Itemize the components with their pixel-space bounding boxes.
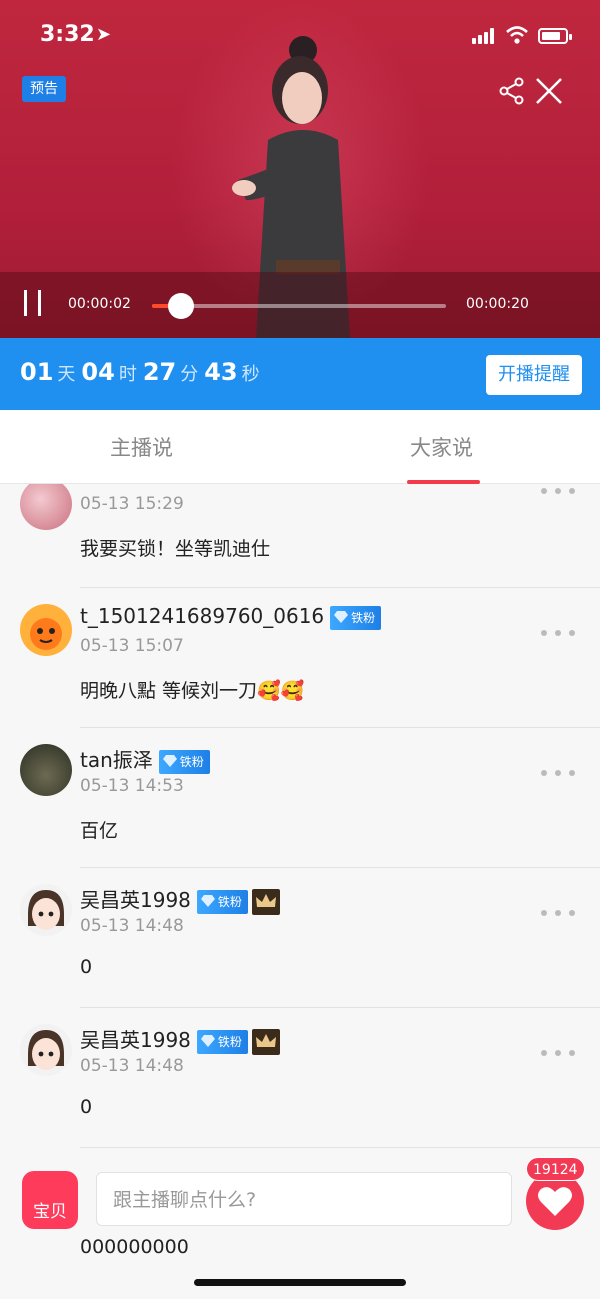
- chat-input[interactable]: 跟主播聊点什么?: [96, 1172, 512, 1226]
- list-item: 吴昌英1998 铁粉 05-13 14:48 0: [0, 1008, 600, 1148]
- countdown-timer: 01 天 04 时 27 分 43 秒: [20, 358, 266, 386]
- current-time: 00:00:02: [68, 296, 131, 312]
- cellular-signal-icon: [472, 28, 494, 44]
- more-icon[interactable]: [541, 1050, 575, 1058]
- wifi-icon: [506, 26, 528, 44]
- share-icon[interactable]: [498, 76, 526, 106]
- more-icon[interactable]: [541, 770, 575, 778]
- home-indicator[interactable]: [194, 1279, 406, 1286]
- comment-text: 百亿: [80, 820, 119, 842]
- comment-text: 0: [80, 956, 93, 978]
- list-item: 吴昌英1998 铁粉 05-13 14:48 0: [0, 868, 600, 1008]
- preview-badge: 预告: [22, 76, 66, 102]
- more-icon[interactable]: [541, 488, 575, 496]
- countdown-days-unit: 天: [57, 364, 76, 385]
- tab-bar: 主播说 大家说: [0, 410, 600, 484]
- avatar[interactable]: [20, 1024, 72, 1076]
- diamond-icon: [334, 610, 349, 623]
- username[interactable]: tan振泽: [80, 748, 153, 772]
- shopping-bag-button[interactable]: 宝贝: [22, 1171, 78, 1229]
- pause-icon[interactable]: [22, 290, 44, 316]
- avatar[interactable]: [20, 884, 72, 936]
- close-icon[interactable]: [534, 76, 564, 106]
- comment-time: 05-13 14:48: [80, 916, 184, 936]
- total-time: 00:00:20: [466, 296, 529, 312]
- status-bar: 3:32 ➤: [0, 0, 600, 70]
- comment-time: 05-13 15:29: [80, 494, 184, 514]
- fan-badge-label: 铁粉: [217, 894, 242, 909]
- fan-badge: 铁粉: [158, 749, 210, 774]
- list-item: 05-13 15:29 我要买锁！坐等凯迪仕: [0, 484, 600, 588]
- comment-time: 05-13 14:48: [80, 1056, 184, 1076]
- list-item: tan振泽 铁粉 05-13 14:53 百亿: [0, 728, 600, 868]
- diamond-icon: [200, 1034, 215, 1047]
- countdown-seconds: 43: [204, 358, 238, 386]
- comment-time: 05-13 15:07: [80, 636, 184, 656]
- like-count-badge: 19124: [526, 1157, 585, 1181]
- status-time: 3:32: [40, 22, 95, 47]
- comment-text: 我要买锁！坐等凯迪仕: [80, 538, 271, 560]
- tab-host-says[interactable]: 主播说: [110, 432, 173, 462]
- countdown-seconds-unit: 秒: [241, 364, 260, 385]
- fan-badge: 铁粉: [196, 1029, 248, 1054]
- crown-icon: [251, 1028, 280, 1055]
- diamond-icon: [200, 894, 215, 907]
- progress-slider[interactable]: [152, 293, 446, 319]
- bottom-bar: 宝贝 跟主播聊点什么?: [0, 1160, 600, 1240]
- more-icon[interactable]: [541, 630, 575, 638]
- countdown-minutes: 27: [142, 358, 177, 386]
- fan-badge-label: 铁粉: [217, 1034, 242, 1049]
- comment-text: 明晚八點 等候刘一刀🥰🥰: [80, 680, 305, 702]
- countdown-hours-unit: 时: [118, 364, 137, 385]
- avatar[interactable]: [20, 484, 72, 530]
- username[interactable]: 吴昌英1998: [80, 1028, 191, 1052]
- more-icon[interactable]: [541, 910, 575, 918]
- progress-thumb[interactable]: [168, 293, 195, 319]
- diamond-icon: [162, 754, 177, 767]
- video-player[interactable]: 3:32 ➤ 预告 00:00:02 00:00:20: [0, 0, 600, 338]
- comment-time: 05-13 14:53: [80, 776, 184, 796]
- fan-badge-label: 铁粉: [351, 610, 376, 625]
- crown-icon: [251, 888, 280, 915]
- countdown-days: 01: [20, 358, 54, 386]
- countdown-hours: 04: [81, 358, 115, 386]
- player-controls: 00:00:02 00:00:20: [0, 272, 600, 338]
- list-item: t_1501241689760_0616 铁粉 05-13 15:07 明晚八點 …: [0, 588, 600, 728]
- fan-badge: 铁粉: [196, 889, 248, 914]
- avatar[interactable]: [20, 744, 72, 796]
- avatar[interactable]: [20, 604, 72, 656]
- countdown-minutes-unit: 分: [180, 364, 199, 385]
- username[interactable]: 吴昌英1998: [80, 888, 191, 912]
- battery-icon: [538, 28, 572, 44]
- location-arrow-icon: ➤: [96, 24, 112, 45]
- remind-button[interactable]: 开播提醒: [486, 355, 582, 395]
- comment-text: 0: [80, 1096, 93, 1118]
- username[interactable]: t_1501241689760_0616: [80, 604, 324, 628]
- fan-badge-label: 铁粉: [179, 754, 204, 769]
- tab-everyone-says[interactable]: 大家说: [410, 432, 473, 462]
- fan-badge: 铁粉: [330, 605, 382, 630]
- shopping-bag-label: 宝贝: [33, 1202, 67, 1222]
